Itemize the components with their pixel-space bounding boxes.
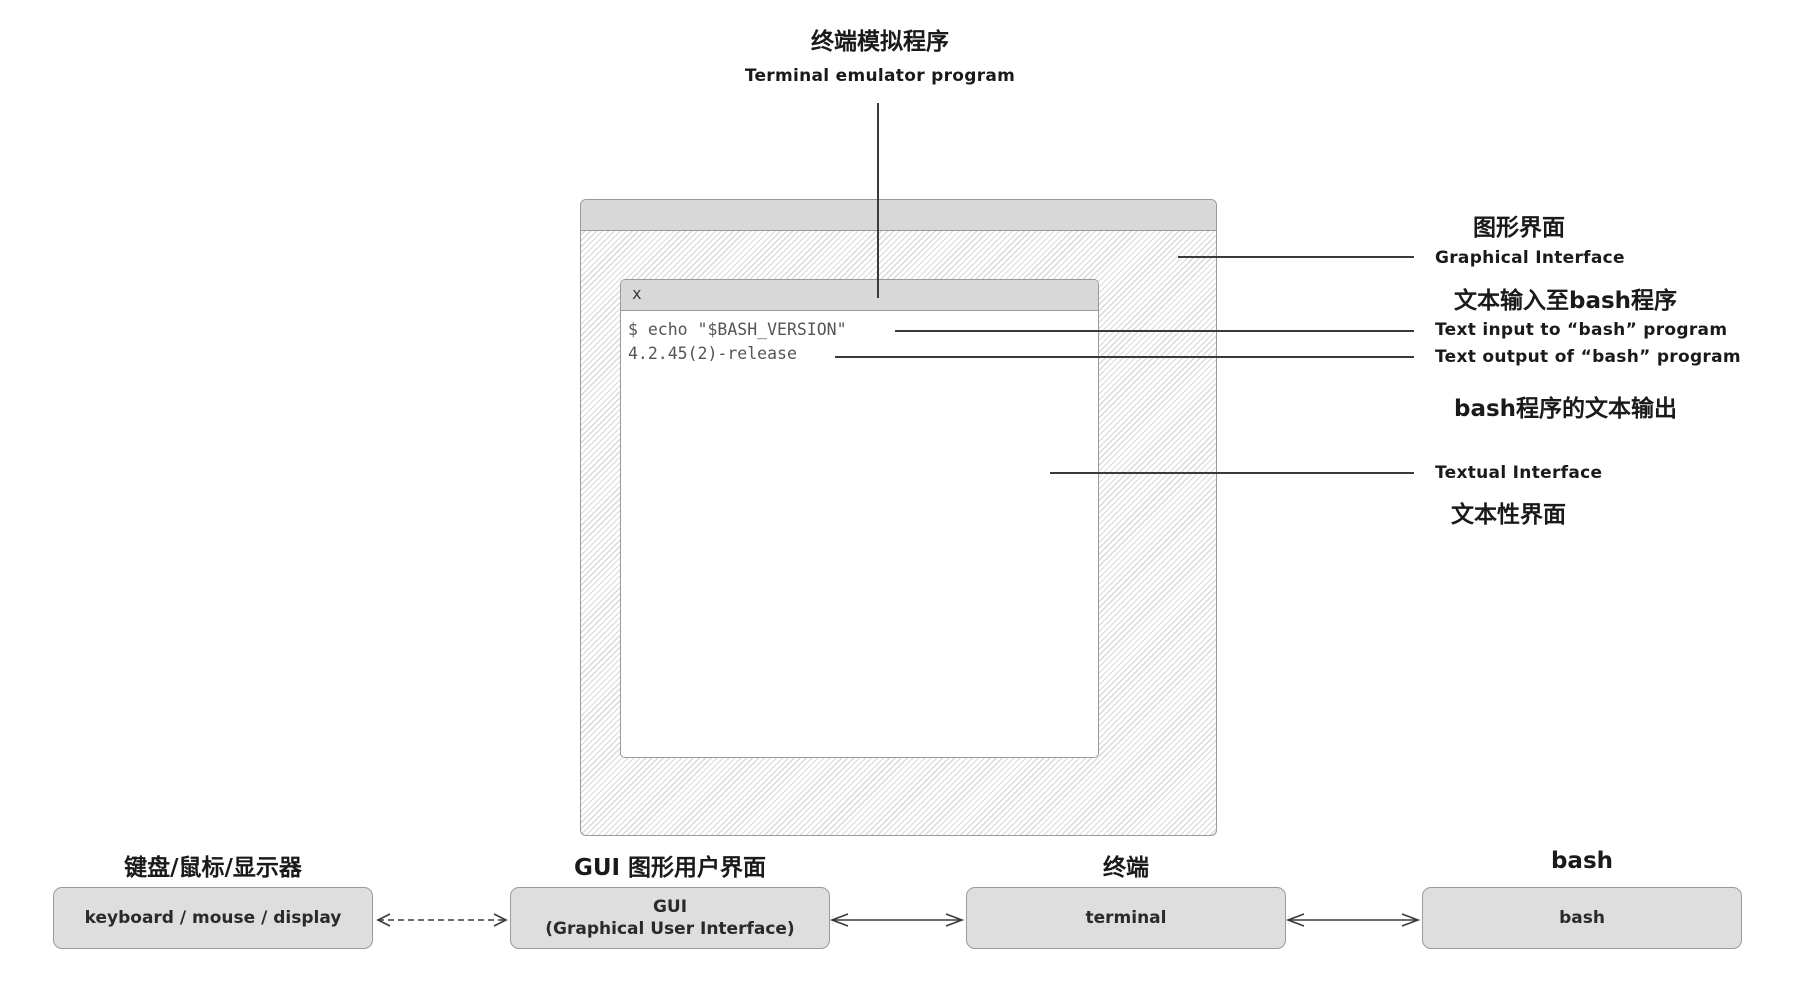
- terminal-bash-arrow: [1285, 913, 1421, 927]
- devices-gui-dashed-arrow: [376, 913, 508, 927]
- connector-arrows: [376, 913, 1421, 927]
- gui-terminal-arrow: [829, 913, 965, 927]
